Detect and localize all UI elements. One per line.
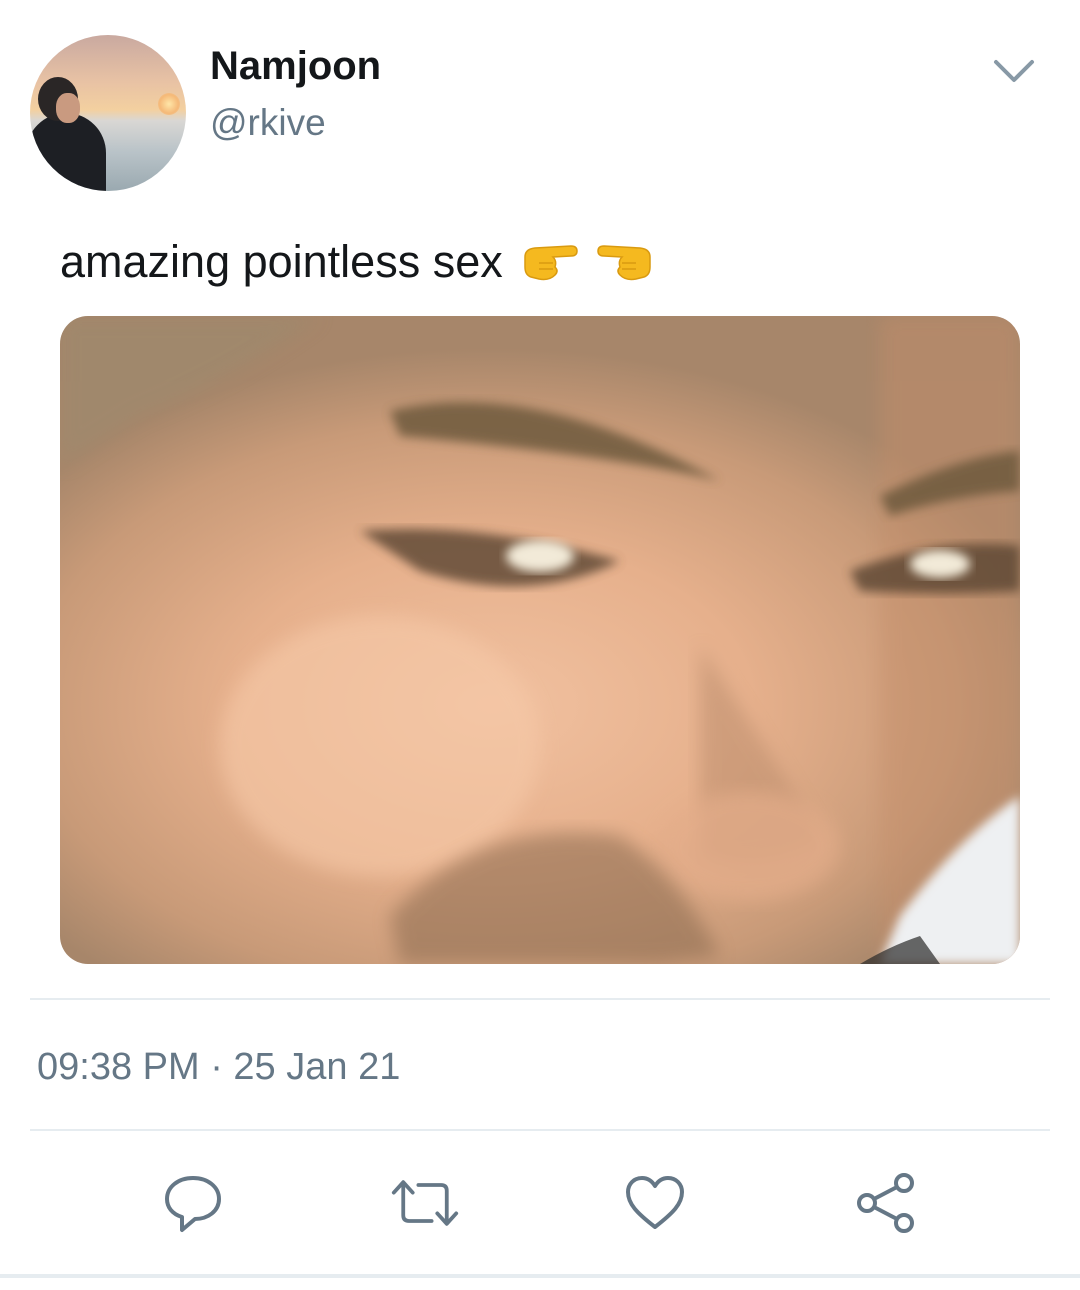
divider (30, 998, 1050, 1000)
like-button[interactable] (620, 1168, 690, 1238)
tweet-text-content: amazing pointless sex (60, 236, 503, 287)
backhand-index-pointing-left-icon (597, 245, 651, 281)
tweet-timestamp[interactable]: 09:38 PM · 25 Jan 21 (37, 1044, 400, 1090)
avatar-face (56, 93, 80, 123)
divider (30, 1129, 1050, 1131)
heart-icon (626, 1176, 684, 1229)
bottom-divider (0, 1274, 1080, 1278)
avatar-person (30, 113, 106, 191)
reply-button[interactable] (158, 1168, 228, 1238)
tweet-media-image[interactable] (60, 316, 1020, 964)
share-button[interactable] (851, 1168, 921, 1238)
retweet-icon (391, 1180, 459, 1226)
avatar-sun (158, 93, 180, 115)
author-handle[interactable]: @rkive (210, 100, 326, 146)
tweet-text: amazing pointless sex (60, 234, 656, 290)
share-nodes-icon (857, 1173, 914, 1233)
face-closeup-illustration (60, 316, 1020, 964)
author-name[interactable]: Namjoon (210, 42, 381, 90)
speech-bubble-icon (165, 1176, 221, 1232)
backhand-index-pointing-right-icon (524, 245, 579, 281)
chevron-down-icon[interactable] (990, 52, 1038, 92)
author-avatar[interactable] (30, 35, 186, 191)
retweet-button[interactable] (390, 1168, 460, 1238)
